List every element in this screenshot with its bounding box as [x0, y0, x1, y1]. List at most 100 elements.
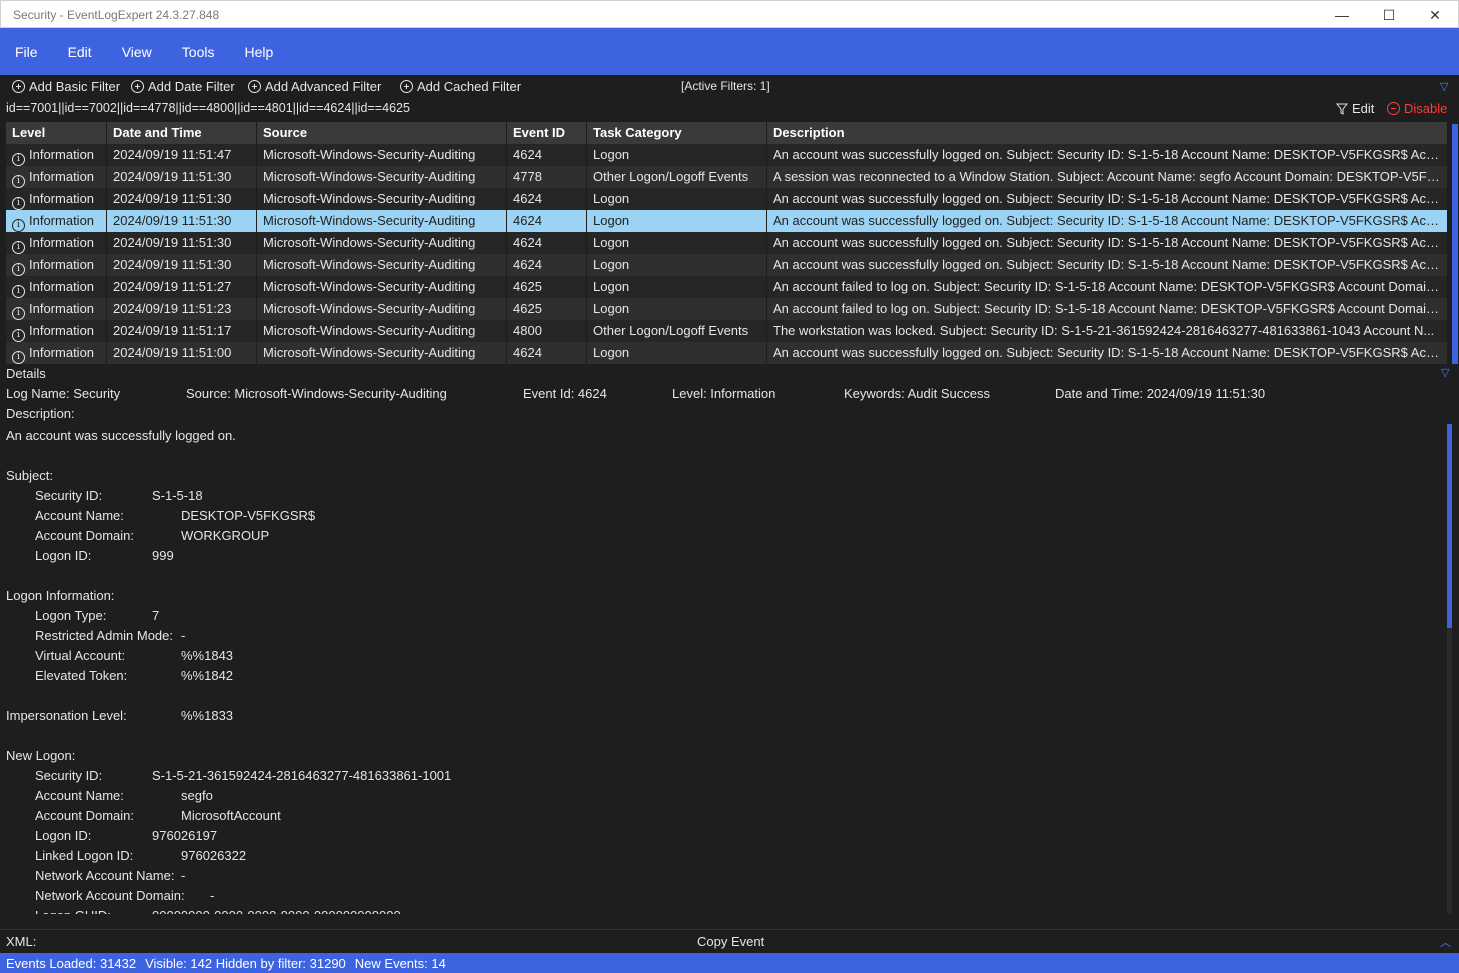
table-row[interactable]: i Information 2024/09/19 11:51:27 Microsoft… — [6, 276, 1448, 298]
collapse-filters-chevron-icon[interactable]: ▽ — [1440, 80, 1448, 93]
cell-text: Logon — [593, 279, 630, 294]
cell-description: The workstation was locked. Subject: Sec… — [767, 320, 1448, 342]
cell-text: Information — [29, 235, 95, 250]
add-cached-filter-button[interactable]: Add Cached Filter — [400, 79, 521, 94]
menu-file[interactable]: File — [4, 44, 49, 60]
info-icon: i — [12, 263, 25, 276]
column-header-level[interactable]: Level — [6, 122, 107, 144]
filter-expression[interactable]: id==7001||id==7002||id==4778||id==4800||… — [6, 101, 410, 115]
cell-text: Information — [29, 147, 95, 162]
cell-text: 2024/09/19 11:51:30 — [113, 235, 232, 250]
details-line: Account Domain: MicrosoftAccount — [6, 806, 1442, 826]
cell-date-time: 2024/09/19 11:51:23 — [107, 298, 257, 320]
column-header-task-category[interactable]: Task Category — [587, 122, 767, 144]
cell-description: An account was successfully logged on. S… — [767, 342, 1448, 364]
cell-text: 2024/09/19 11:51:17 — [113, 323, 232, 338]
table-row[interactable]: i Information 2024/09/19 11:51:30 Microsoft… — [6, 232, 1448, 254]
cell-text: A session was reconnected to a Window St… — [773, 169, 1447, 184]
cell-description: An account failed to log on. Subject: Se… — [767, 276, 1448, 298]
cell-text: Logon — [593, 191, 630, 206]
cell-event-id: 4624 — [507, 210, 587, 232]
table-row[interactable]: i Information 2024/09/19 11:51:17 Microsoft… — [6, 320, 1448, 342]
table-row[interactable]: i Information 2024/09/19 11:51:47 Microsoft… — [6, 144, 1448, 166]
table-scrollbar[interactable] — [1452, 124, 1458, 364]
cell-text: 4778 — [513, 169, 542, 184]
cell-source: Microsoft-Windows-Security-Auditing — [257, 298, 507, 320]
edit-filter-button[interactable]: Edit — [1336, 101, 1374, 116]
cell-source: Microsoft-Windows-Security-Auditing — [257, 232, 507, 254]
cell-text: Microsoft-Windows-Security-Auditing — [263, 301, 476, 316]
status-bar: Events Loaded: 31432 Visible: 142 Hidden… — [0, 953, 1459, 973]
column-header-date-time[interactable]: Date and Time — [107, 122, 257, 144]
cell-task-category: Logon — [587, 232, 767, 254]
table-row[interactable]: i Information 2024/09/19 11:51:30 Microsoft… — [6, 188, 1448, 210]
cell-date-time: 2024/09/19 11:51:30 — [107, 254, 257, 276]
details-field-value: %%1833 — [181, 708, 234, 723]
details-line: Logon ID: 976026197 — [6, 826, 1442, 846]
cell-date-time: 2024/09/19 11:51:30 — [107, 210, 257, 232]
cell-text: 4624 — [513, 191, 542, 206]
column-header-event-id[interactable]: Event ID — [507, 122, 587, 144]
info-icon: i — [12, 329, 25, 342]
disable-filter-button[interactable]: Disable — [1387, 101, 1447, 116]
add-basic-filter-button[interactable]: Add Basic Filter — [12, 79, 120, 94]
cell-text: An account was successfully logged on. S… — [773, 147, 1448, 162]
table-row[interactable]: i Information 2024/09/19 11:51:30 Microsoft… — [6, 254, 1448, 276]
cell-event-id: 4624 — [507, 188, 587, 210]
details-header: Details — [6, 366, 46, 381]
cell-text: Logon — [593, 213, 630, 228]
cell-text: 2024/09/19 11:51:27 — [113, 279, 232, 294]
cell-text: 4800 — [513, 323, 542, 338]
add-advanced-filter-button[interactable]: Add Advanced Filter — [248, 79, 381, 94]
cell-task-category: Logon — [587, 254, 767, 276]
details-field-label: Network Account Domain: — [35, 888, 185, 903]
details-field-value: - — [181, 868, 186, 883]
expand-xml-chevron-icon[interactable]: ︿ — [1440, 934, 1451, 950]
table-row[interactable]: i Information 2024/09/19 11:51:00 Microsoft… — [6, 342, 1448, 364]
cell-text: The workstation was locked. Subject: Sec… — [773, 323, 1435, 338]
details-line — [6, 566, 1442, 586]
copy-event-button[interactable]: Copy Event — [697, 934, 764, 949]
menu-view[interactable]: View — [111, 44, 163, 60]
xml-label: XML: — [6, 934, 37, 949]
edit-filter-label: Edit — [1352, 101, 1375, 116]
table-row[interactable]: i Information 2024/09/19 11:51:30 Microsoft… — [6, 166, 1448, 188]
cell-text: Microsoft-Windows-Security-Auditing — [263, 147, 476, 162]
cell-event-id: 4778 — [507, 166, 587, 188]
info-icon: i — [12, 307, 25, 320]
cell-task-category: Other Logon/Logoff Events — [587, 320, 767, 342]
details-field-label: Network Account Name: — [35, 868, 175, 883]
menu-help[interactable]: Help — [233, 44, 284, 60]
cell-text: Logon — [593, 301, 630, 316]
cell-level: i Information — [6, 166, 107, 188]
close-button[interactable]: ✕ — [1412, 1, 1458, 29]
cell-text: Logon — [593, 147, 630, 162]
column-header-source[interactable]: Source — [257, 122, 507, 144]
info-icon: i — [12, 285, 25, 298]
details-line: Account Name: segfo — [6, 786, 1442, 806]
collapse-details-chevron-icon[interactable]: ▽ — [1441, 366, 1449, 379]
cell-task-category: Logon — [587, 210, 767, 232]
cell-level: i Information — [6, 254, 107, 276]
column-header-description[interactable]: Description — [767, 122, 1448, 144]
table-row[interactable]: i Information 2024/09/19 11:51:23 Microsoft… — [6, 298, 1448, 320]
table-body: i Information 2024/09/19 11:51:47 Microsoft… — [6, 144, 1448, 364]
details-scrollbar-thumb[interactable] — [1447, 424, 1452, 628]
minimize-button[interactable]: — — [1319, 1, 1365, 29]
details-level: Level: Information — [672, 386, 776, 401]
menu-tools[interactable]: Tools — [171, 44, 226, 60]
title-bar: Security - EventLogExpert 24.3.27.848 — … — [0, 0, 1459, 28]
details-field-label: Security ID: — [35, 488, 103, 503]
details-field-value: %%1843 — [181, 648, 234, 663]
details-field-label: Logon ID: — [35, 828, 92, 843]
add-date-filter-button[interactable]: Add Date Filter — [131, 79, 235, 94]
details-field-label: Logon Type: — [35, 608, 107, 623]
details-field-label: Linked Logon ID: — [35, 848, 134, 863]
maximize-button[interactable]: ☐ — [1366, 1, 1412, 29]
cell-text: Logon — [593, 345, 630, 360]
menu-edit[interactable]: Edit — [57, 44, 103, 60]
details-field-label: Account Name: — [35, 788, 124, 803]
table-row[interactable]: i Information 2024/09/19 11:51:30 Microsoft… — [6, 210, 1448, 232]
cell-task-category: Logon — [587, 276, 767, 298]
cell-text: Other Logon/Logoff Events — [593, 323, 749, 338]
